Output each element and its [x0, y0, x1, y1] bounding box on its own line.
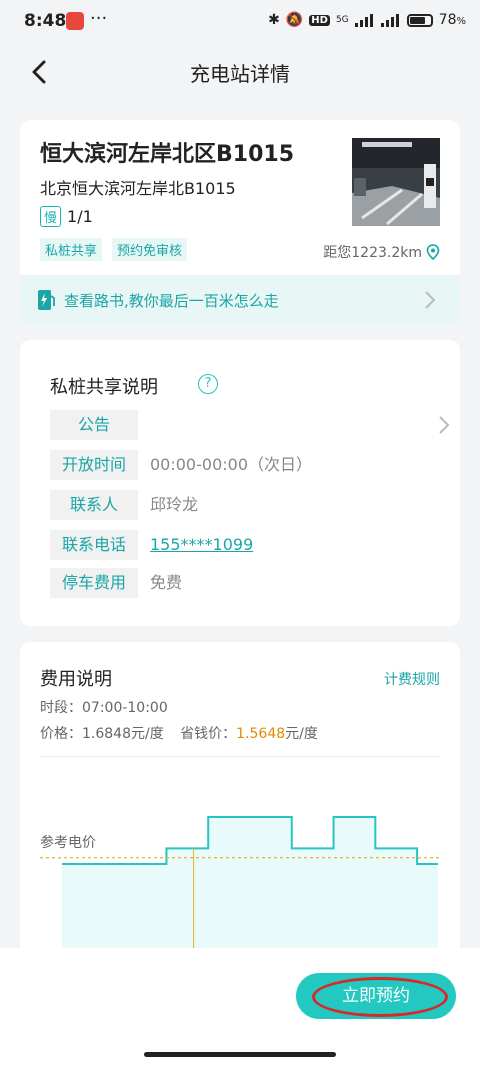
chevron-right-icon [439, 416, 450, 434]
highlight-circle [312, 977, 448, 1017]
phone-row: 联系电话 155****1099 [50, 530, 450, 560]
battery-percent: 78% [438, 12, 466, 28]
home-indicator[interactable] [144, 1052, 336, 1057]
slow-count: 1/1 [67, 207, 93, 226]
saving-label: 省钱价： [180, 726, 237, 742]
page-title: 充电站详情 [190, 62, 290, 86]
open-hours-row: 开放时间 00:00-00:00（次日） [50, 450, 450, 480]
network-label: 5G [335, 15, 349, 25]
slow-badge: 慢 [40, 206, 62, 227]
price-area [62, 817, 438, 962]
fee-period: 时段：07:00-10:00 [40, 700, 168, 716]
bottom-action-bar: 立即预约 [0, 948, 480, 1066]
signal-icon-2 [380, 13, 401, 27]
station-photo[interactable] [352, 138, 440, 226]
info-value: 免费 [150, 573, 183, 592]
fee-card: 费用说明 计费规则 时段：07:00-10:00 价格：1.6848元/度 省钱… [20, 642, 460, 962]
hd-icon: HD [309, 14, 330, 26]
info-value: 00:00-00:00（次日） [150, 455, 312, 474]
reference-price-label: 参考电价 [40, 835, 96, 851]
distance-info: 距您1223.2km [323, 242, 440, 262]
status-icons: ✱ 🔕 HD 5G 78% [268, 12, 466, 28]
distance-text: 距您1223.2km [323, 245, 422, 261]
station-tags: 私桩共享 预约免审核 [40, 238, 188, 261]
help-icon[interactable]: ? [198, 374, 218, 394]
info-key: 停车费用 [50, 568, 138, 598]
saving-unit: 元/度 [285, 726, 318, 742]
more-notifications-icon: ··· [90, 8, 108, 29]
nav-bar: 充电站详情 [0, 44, 480, 98]
info-key: 联系人 [50, 490, 138, 520]
status-bar: 8:48 ··· ✱ 🔕 HD 5G 78% [0, 0, 480, 44]
app-notification-icon [66, 12, 84, 30]
info-key: 联系电话 [50, 530, 138, 560]
route-guide-text: 查看路书,教你最后一百米怎么走 [64, 291, 279, 310]
tag-no-review: 预约免审核 [112, 238, 188, 261]
signal-icon [354, 13, 375, 27]
announcement-row[interactable]: 公告 [50, 410, 450, 440]
station-name: 恒大滨河左岸北区B1015 [40, 142, 294, 167]
phone-link[interactable]: 155****1099 [150, 530, 253, 560]
station-address: 北京恒大滨河左岸北B1015 [40, 179, 236, 198]
station-card: 恒大滨河左岸北区B1015 北京恒大滨河左岸北B1015 慢 1/1 私桩共享 … [20, 120, 460, 325]
battery-icon [406, 13, 433, 27]
route-guide-bar[interactable]: 查看路书,教你最后一百米怎么走 [20, 275, 460, 325]
bluetooth-icon: ✱ [268, 12, 280, 28]
charging-station-icon [38, 290, 55, 310]
info-key: 开放时间 [50, 450, 138, 480]
fee-price: 价格：1.6848元/度 [40, 726, 164, 742]
status-time: 8:48 [24, 11, 67, 31]
saving-value: 1.5648 [236, 726, 286, 742]
slow-charger-info: 慢 1/1 [40, 206, 93, 227]
fee-price-line: 价格：1.6848元/度 省钱价：1.5648元/度 [40, 723, 318, 743]
tag-private-share: 私桩共享 [40, 238, 103, 261]
location-icon[interactable] [426, 244, 440, 260]
mute-icon: 🔕 [285, 12, 304, 28]
pricing-rules-link[interactable]: 计费规则 [384, 669, 440, 689]
fee-title: 费用说明 [40, 669, 112, 690]
contact-row: 联系人 邱玲龙 [50, 490, 450, 520]
divider [40, 756, 440, 757]
chevron-right-icon [425, 291, 436, 309]
parking-fee-row: 停车费用 免费 [50, 568, 450, 598]
info-value: 邱玲龙 [150, 495, 199, 514]
share-info-card: 私桩共享说明 ? 公告 开放时间 00:00-00:00（次日） 联系人 邱玲龙… [20, 340, 460, 626]
share-title: 私桩共享说明 [50, 377, 158, 398]
info-key: 公告 [50, 410, 138, 440]
